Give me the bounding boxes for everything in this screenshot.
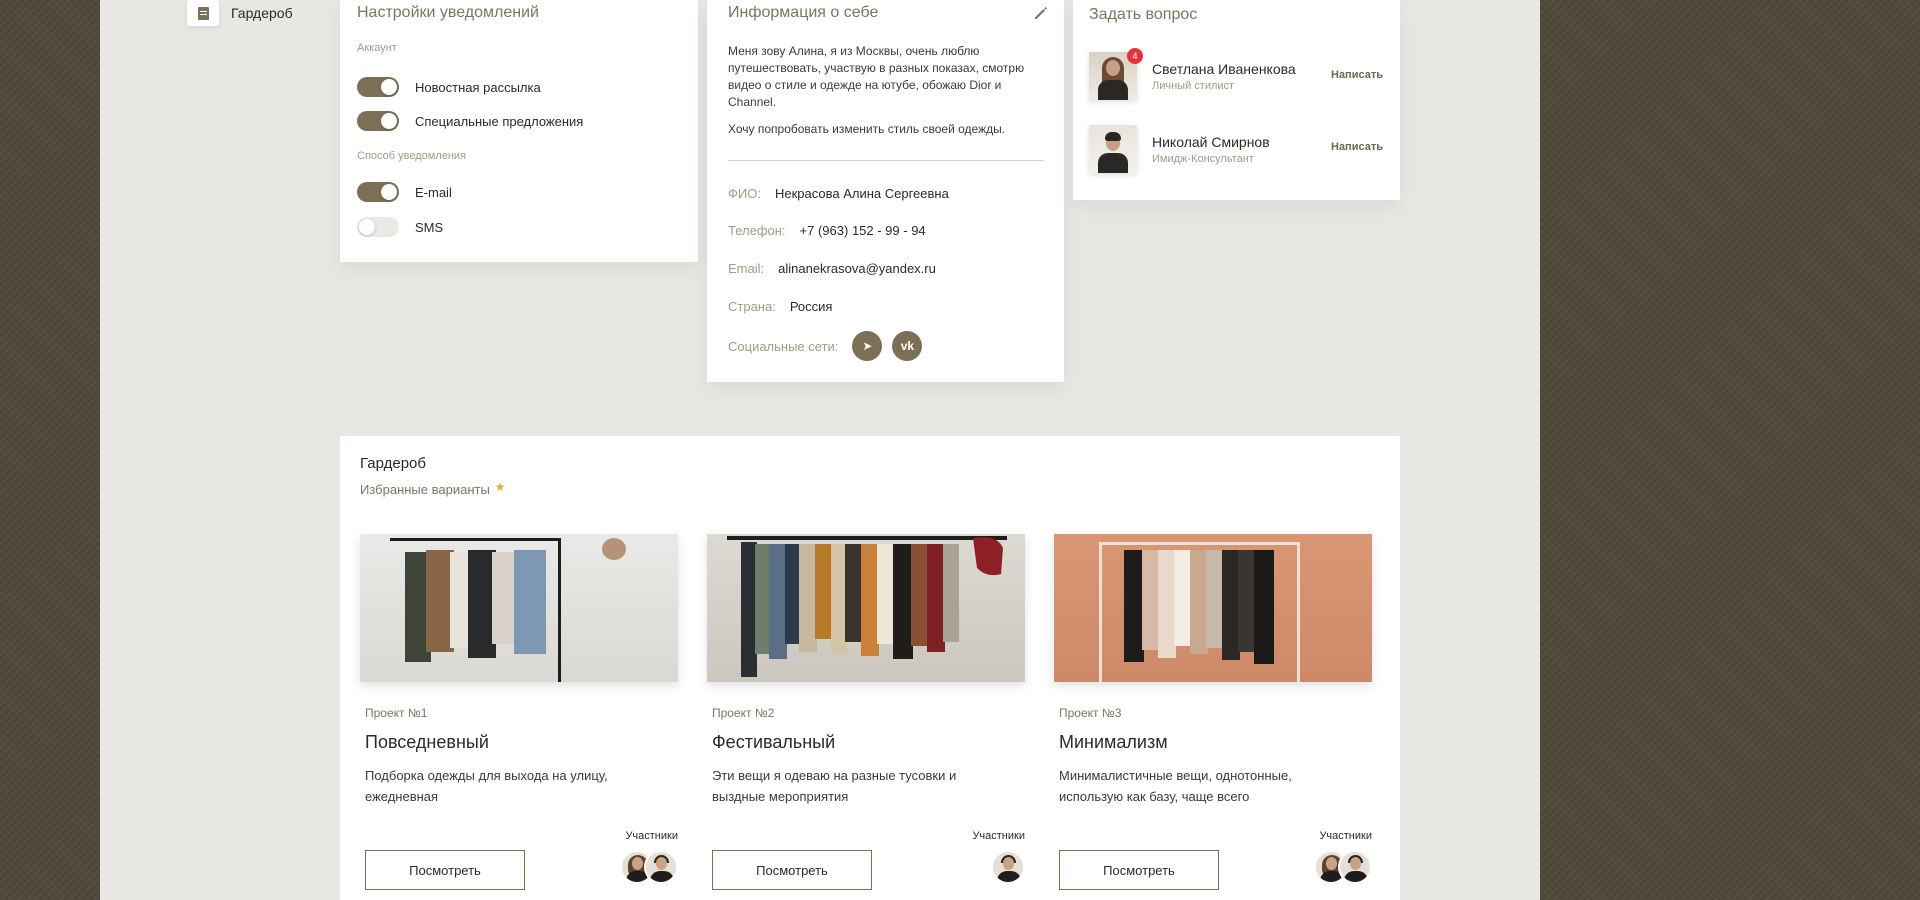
- info-value: alinanekrasova@yandex.ru: [778, 261, 936, 276]
- toggle-label: Новостная рассылка: [415, 79, 541, 95]
- project-card: Проект №3 Минимализм Минималистичные вещ…: [1054, 534, 1372, 890]
- star-icon: ★: [494, 479, 506, 494]
- info-row-name: ФИО: Некрасова Алина Сергеевна: [728, 186, 949, 201]
- info-key: Email:: [728, 261, 765, 276]
- info-key: ФИО:: [728, 186, 761, 201]
- info-key: Телефон:: [728, 223, 786, 238]
- project-image[interactable]: [360, 534, 678, 682]
- avatar: [991, 850, 1025, 884]
- view-project-button[interactable]: Посмотреть: [365, 850, 525, 890]
- wardrobe-icon: [187, 0, 219, 26]
- specialist-row: Николай Смирнов Имидж-Консультант: [1089, 125, 1270, 173]
- info-key: Страна:: [728, 299, 776, 314]
- project-number: Проект №3: [1059, 706, 1122, 720]
- project-card: Проект №2 Фестивальный Эти вещи я одеваю…: [707, 534, 1025, 890]
- section-title: Гардероб: [360, 455, 426, 472]
- project-title: Фестивальный: [712, 732, 836, 752]
- project-image[interactable]: [1054, 534, 1372, 682]
- toggle-label: E-mail: [415, 184, 452, 200]
- toggle-label: Специальные предложения: [415, 113, 584, 129]
- specialist-row: 4 Светлана Иваненкова Личный стилист: [1089, 48, 1296, 100]
- notification-settings-card: Настройки уведомлений Аккаунт Новостная …: [340, 0, 698, 262]
- project-title: Минимализм: [1059, 732, 1168, 752]
- favorites-row: Избранные варианты ★: [360, 479, 506, 498]
- specialist-name: Николай Смирнов: [1152, 133, 1270, 150]
- toggle-newsletter-row: Новостная рассылка: [357, 76, 541, 98]
- info-key: Социальные сети:: [728, 338, 839, 354]
- members-avatars: [991, 850, 1025, 884]
- special-offers-toggle[interactable]: [357, 111, 399, 131]
- toggle-email-row: E-mail: [357, 181, 452, 203]
- toggle-offers-row: Специальные предложения: [357, 110, 583, 132]
- card-title: Информация о себе: [728, 4, 879, 21]
- avatar: [1089, 125, 1137, 173]
- members-avatars: [620, 850, 678, 884]
- unread-badge: 4: [1127, 48, 1143, 64]
- members-label: Участники: [972, 830, 1025, 842]
- sidebar-item-label: Гардероб: [231, 5, 293, 21]
- project-footer: Посмотреть Участники: [360, 830, 678, 890]
- project-image[interactable]: [707, 534, 1025, 682]
- telegram-icon[interactable]: ➤: [852, 331, 883, 361]
- about-card: Информация о себе Меня зову Алина, я из …: [707, 0, 1064, 382]
- toggle-label: SMS: [415, 219, 444, 235]
- project-number: Проект №1: [365, 706, 428, 720]
- section-label-account: Аккаунт: [357, 42, 397, 54]
- about-paragraph: Меня зову Алина, я из Москвы, очень любл…: [728, 44, 1025, 109]
- project-footer: Посмотреть Участники: [1054, 830, 1372, 890]
- section-label-method: Способ уведомления: [357, 150, 467, 162]
- sidebar-item-wardrobe[interactable]: Гардероб: [187, 0, 293, 26]
- view-project-button[interactable]: Посмотреть: [712, 850, 872, 890]
- newsletter-toggle[interactable]: [357, 77, 399, 97]
- info-value: +7 (963) 152 - 99 - 94: [799, 223, 926, 238]
- project-description: Подборка одежды для выхода на улицу, еже…: [365, 768, 608, 804]
- info-value: Россия: [789, 299, 833, 314]
- project-card: Проект №1 Повседневный Подборка одежды д…: [360, 534, 678, 890]
- avatar: [1338, 850, 1372, 884]
- specialist-role: Имидж-Консультант: [1152, 152, 1254, 165]
- project-footer: Посмотреть Участники: [707, 830, 1025, 890]
- info-row-phone: Телефон: +7 (963) 152 - 99 - 94: [728, 223, 926, 238]
- write-button[interactable]: Написать: [1331, 141, 1383, 153]
- info-row-socials: Социальные сети: ➤ vk: [728, 331, 923, 361]
- members-avatars: [1314, 850, 1372, 884]
- specialist-name: Светлана Иваненкова: [1152, 60, 1296, 77]
- toggle-sms-row: SMS: [357, 216, 443, 238]
- sms-toggle[interactable]: [357, 217, 399, 237]
- write-button[interactable]: Написать: [1331, 69, 1383, 81]
- project-description: Минималистичные вещи, однотонные, исполь…: [1059, 768, 1292, 804]
- info-row-email: Email: alinanekrasova@yandex.ru: [728, 261, 936, 276]
- divider: [728, 160, 1044, 161]
- project-description: Эти вещи я одеваю на разные тусовки и вы…: [712, 768, 957, 804]
- info-row-country: Страна: Россия: [728, 299, 832, 314]
- vk-icon[interactable]: vk: [892, 331, 923, 361]
- pencil-icon[interactable]: [1032, 4, 1050, 22]
- card-title: Задать вопрос: [1089, 6, 1198, 23]
- card-title: Настройки уведомлений: [357, 4, 539, 21]
- members-label: Участники: [1319, 830, 1372, 842]
- about-paragraph: Хочу попробовать изменить стиль своей од…: [728, 122, 1006, 136]
- members-label: Участники: [625, 830, 678, 842]
- page-container: Гардероб Настройки уведомлений Аккаунт Н…: [100, 0, 1540, 900]
- email-toggle[interactable]: [357, 182, 399, 202]
- favorites-label: Избранные варианты: [360, 482, 490, 497]
- ask-question-card: Задать вопрос 4 Светлана Иваненкова Личн…: [1073, 0, 1400, 200]
- specialist-role: Личный стилист: [1152, 79, 1235, 92]
- view-project-button[interactable]: Посмотреть: [1059, 850, 1219, 890]
- project-title: Повседневный: [365, 732, 489, 752]
- avatar: [644, 850, 678, 884]
- info-value: Некрасова Алина Сергеевна: [774, 186, 949, 201]
- project-number: Проект №2: [712, 706, 775, 720]
